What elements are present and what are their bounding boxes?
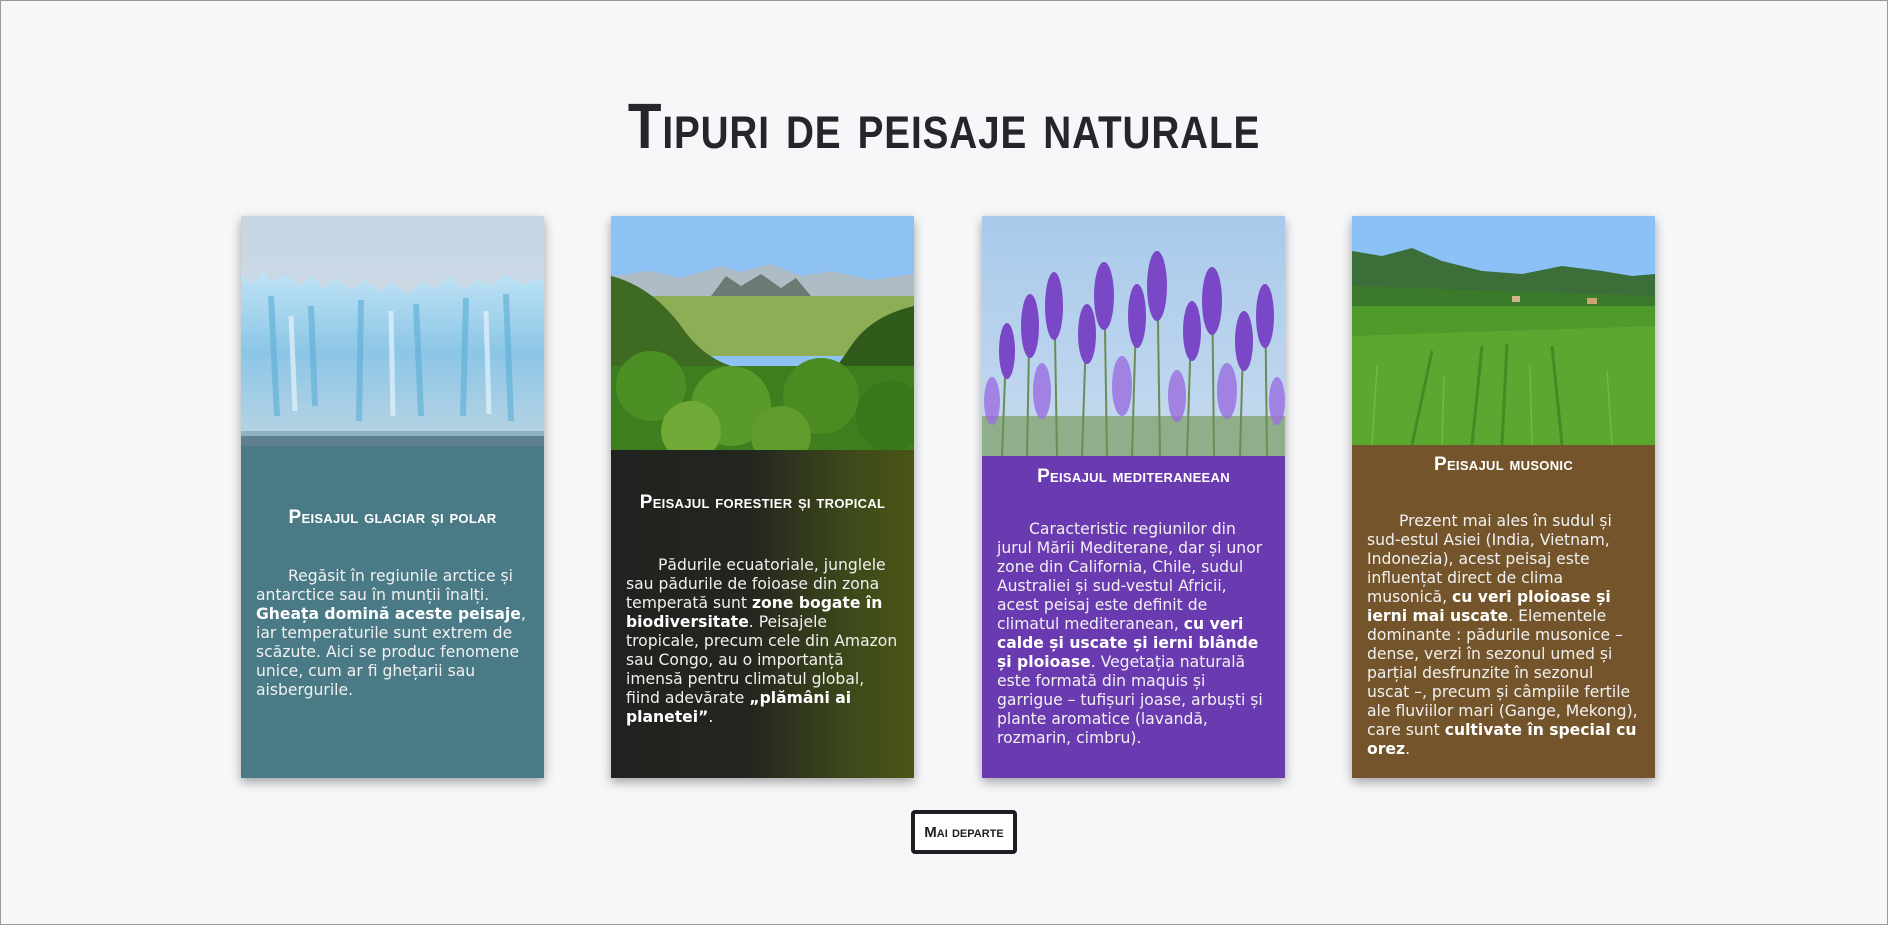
card-forest: Peisajul forestier și tropical Pădurile …: [611, 216, 914, 778]
rice-field-image: [1352, 216, 1655, 445]
card-text-run: Regăsit în regiunile arctice și antarcti…: [256, 567, 513, 604]
card-glacier: Peisajul glaciar și polar Regăsit în reg…: [241, 216, 544, 778]
glacier-image: [241, 216, 544, 446]
card-monsoon: Peisajul musonic Prezent mai ales în sud…: [1352, 216, 1655, 778]
card-title: Peisajul mediteraneean: [1037, 466, 1230, 487]
card-title: Peisajul forestier și tropical: [639, 492, 886, 513]
more-button[interactable]: Mai departe: [911, 810, 1017, 854]
card-text: Caracteristic regiunilor din jurul Mării…: [997, 520, 1270, 748]
card-title: Peisajul musonic: [1433, 454, 1574, 475]
card-text-emphasis: Gheața domină aceste peisaje: [256, 605, 521, 623]
card-mediterranean: Peisajul mediteraneean Caracteristic reg…: [982, 216, 1285, 778]
card-text: Pădurile ecuatoriale, junglele sau pădur…: [626, 556, 899, 727]
card-text: Regăsit în regiunile arctice și antarcti…: [256, 567, 529, 700]
card-title: Peisajul glaciar și polar: [288, 507, 497, 528]
card-text-run: . Elementele dominante : pădurile musoni…: [1367, 607, 1638, 739]
lavender-image: [982, 216, 1285, 456]
card-text-run: .: [1405, 740, 1411, 758]
card-text: Prezent mai ales în sudul și sud-estul A…: [1367, 512, 1640, 759]
card-text-run: .: [708, 708, 714, 726]
page-title: Tipuri de peisaje naturale: [627, 90, 1261, 162]
tropical-forest-image: [611, 216, 914, 450]
